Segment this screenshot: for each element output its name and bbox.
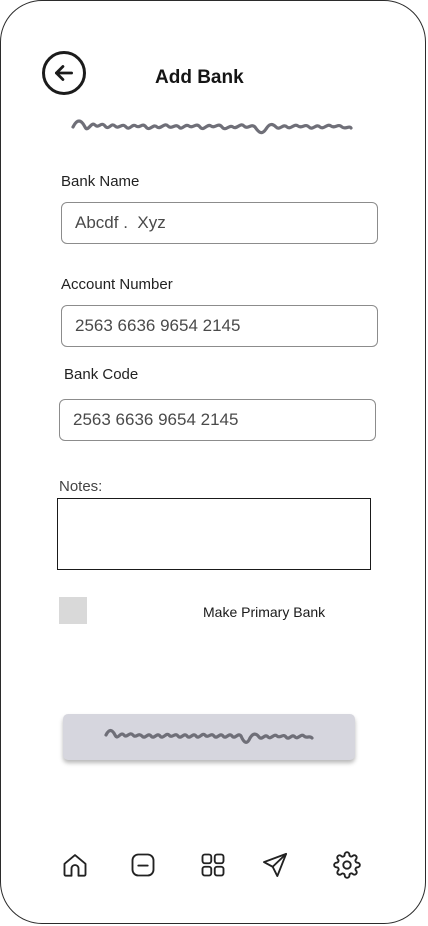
grid-icon[interactable] bbox=[199, 851, 227, 879]
home-icon[interactable] bbox=[61, 851, 89, 879]
send-icon[interactable] bbox=[261, 851, 289, 879]
make-primary-label: Make Primary Bank bbox=[203, 604, 326, 620]
make-primary-checkbox[interactable] bbox=[59, 597, 87, 624]
arrow-left-circle-icon bbox=[51, 60, 77, 86]
notes-textarea[interactable] bbox=[57, 498, 371, 570]
notes-label: Notes: bbox=[59, 478, 103, 495]
page-title: Add Bank bbox=[155, 67, 244, 88]
bank-code-input[interactable] bbox=[59, 399, 376, 441]
phone-frame: Add Bank Bank Name Account Number Bank C… bbox=[0, 0, 426, 924]
account-number-input[interactable] bbox=[61, 305, 378, 347]
account-number-label: Account Number bbox=[61, 276, 173, 293]
settings-gear-icon[interactable] bbox=[333, 851, 361, 879]
scribble-button-label bbox=[102, 723, 316, 751]
wallet-icon[interactable] bbox=[129, 851, 157, 879]
bank-name-input[interactable] bbox=[61, 202, 378, 244]
bank-name-label: Bank Name bbox=[61, 173, 140, 190]
bank-code-label: Bank Code bbox=[64, 366, 139, 383]
back-button[interactable] bbox=[42, 51, 86, 95]
scribble-placeholder-text bbox=[69, 113, 355, 141]
submit-button[interactable] bbox=[63, 714, 355, 760]
